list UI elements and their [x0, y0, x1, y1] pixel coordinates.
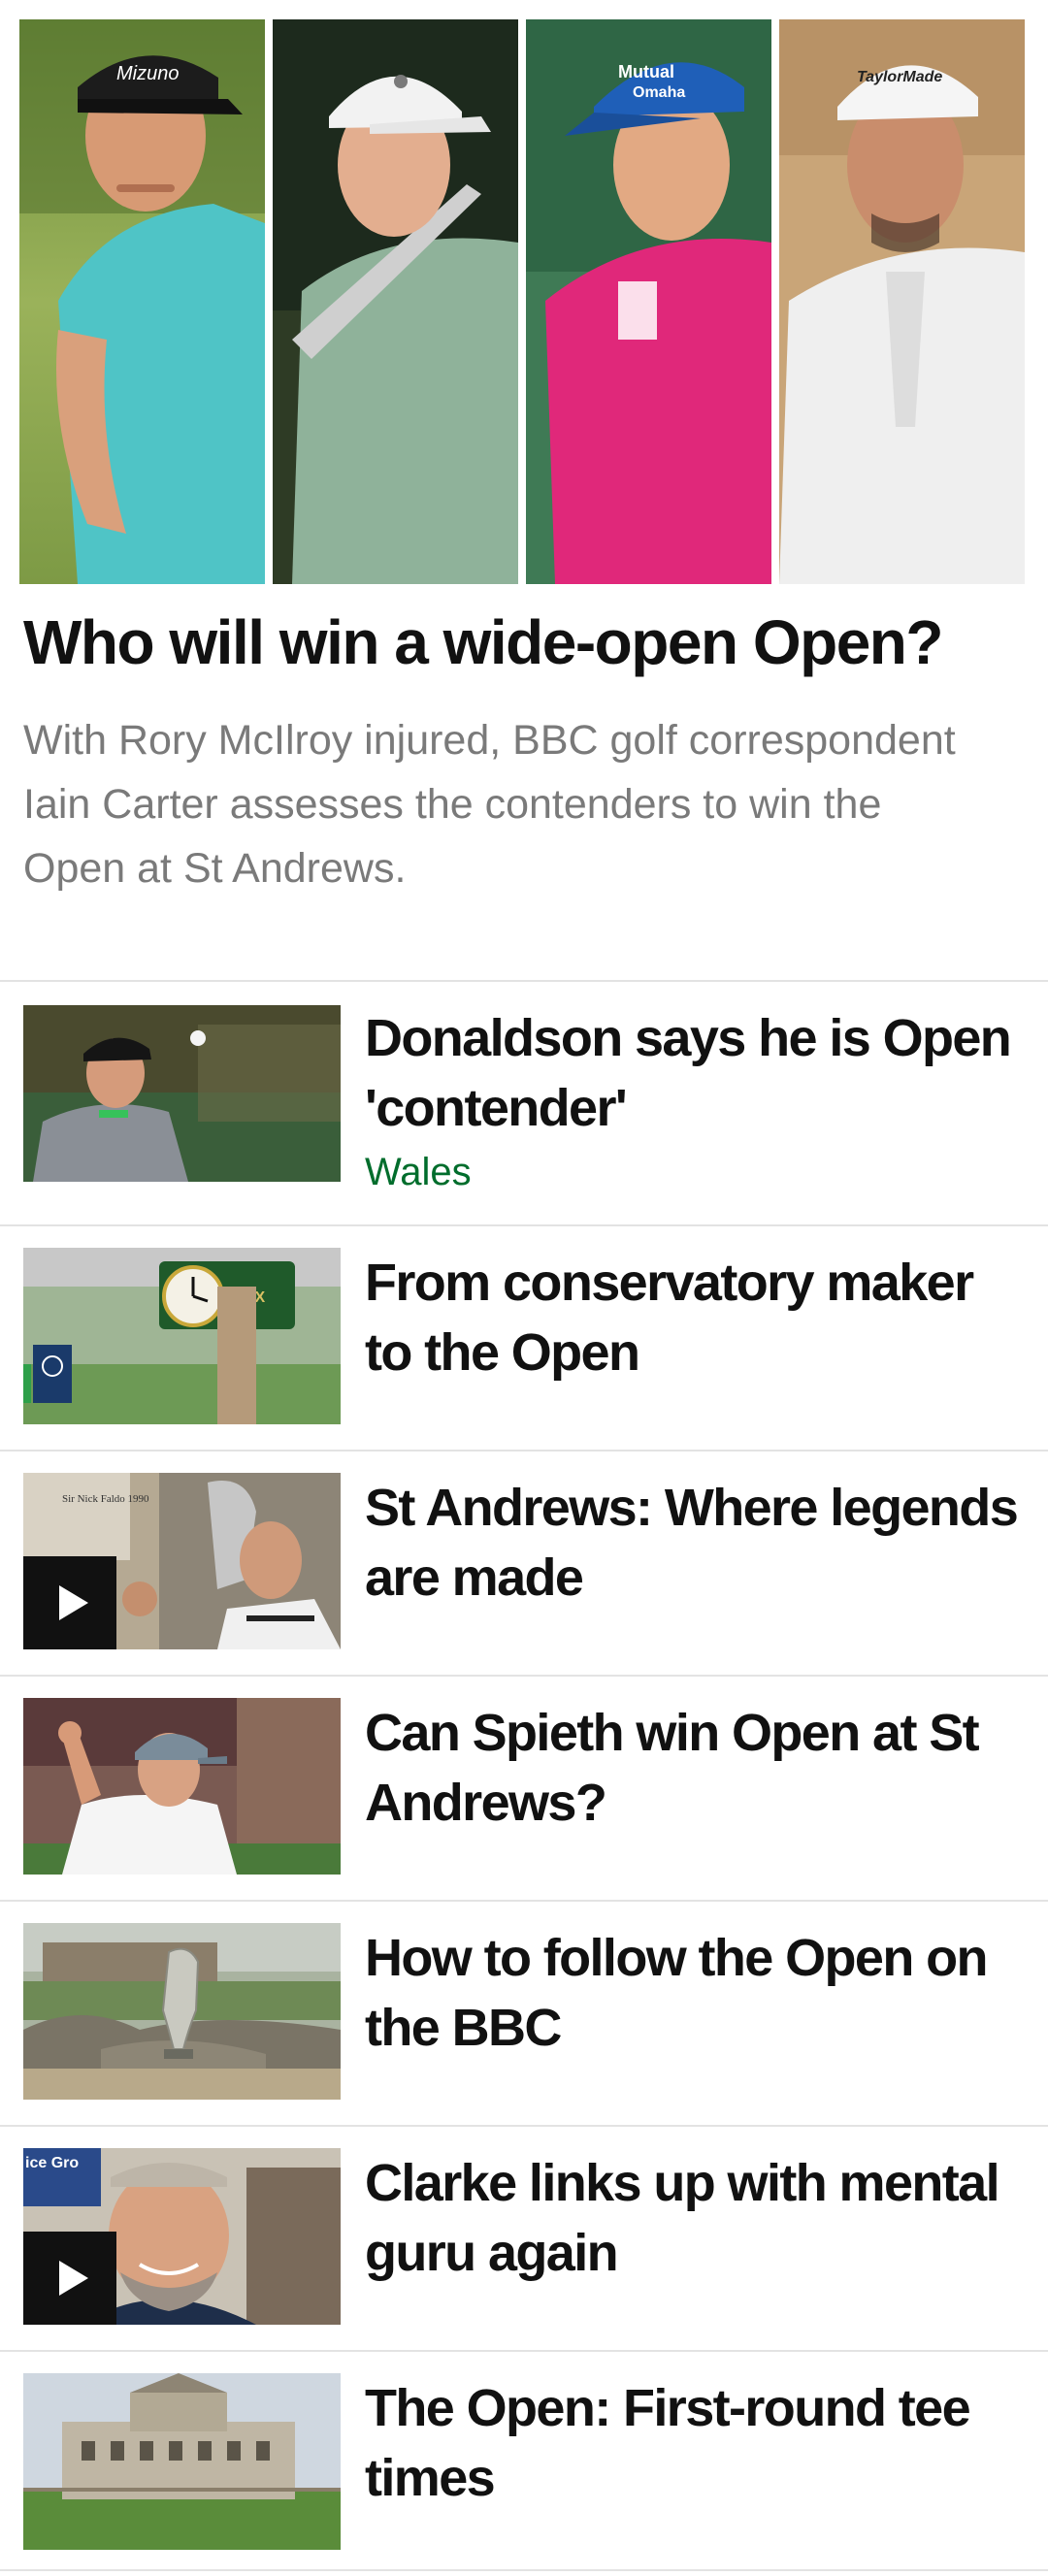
story-item[interactable]: The Open: First-round tee times — [0, 2352, 1048, 2571]
golfer-photo-1: Mizuno — [19, 19, 265, 584]
play-icon — [59, 1585, 88, 1620]
golfer-photo-4: TaylorMade — [779, 19, 1025, 584]
golfer-photo-2 — [273, 19, 518, 584]
story-thumbnail: ice Gro — [23, 2148, 341, 2325]
story-thumbnail — [23, 1923, 341, 2100]
story-thumbnail: LEX — [23, 1248, 341, 1424]
story-title[interactable]: St Andrews: Where legends are made — [365, 1473, 1025, 1613]
story-title[interactable]: The Open: First-round tee times — [365, 2373, 1025, 2513]
story-list: Donaldson says he is Open 'contender' Wa… — [0, 980, 1048, 2571]
story-title[interactable]: From conservatory maker to the Open — [365, 1248, 1025, 1387]
play-icon — [59, 2261, 88, 2296]
story-thumbnail — [23, 1005, 341, 1182]
cap-logo-text: Mizuno — [116, 63, 179, 84]
story-thumbnail — [23, 2373, 341, 2550]
story-item[interactable]: ice Gro Clarke links up with mental guru… — [0, 2127, 1048, 2352]
hero-summary: With Rory McIlroy injured, BBC golf corr… — [23, 717, 956, 892]
story-item[interactable]: LEX From conservatory maker to the Open — [0, 1226, 1048, 1451]
play-video-button[interactable] — [23, 1556, 116, 1649]
story-title[interactable]: Clarke links up with mental guru again — [365, 2148, 1025, 2288]
play-video-button[interactable] — [23, 2232, 116, 2325]
story-title[interactable]: Donaldson says he is Open 'contender' — [365, 1003, 1025, 1143]
golfer-photo-3: Mutual Omaha — [526, 19, 771, 584]
story-item[interactable]: Sir Nick Faldo 1990 St Andrews: Where le… — [0, 1451, 1048, 1677]
story-tag[interactable]: Wales — [365, 1149, 472, 1195]
hero-image[interactable]: Mizuno Mutual Omaha TaylorMade — [19, 19, 1025, 584]
story-thumbnail — [23, 1698, 341, 1875]
thumb-caption-text: Sir Nick Faldo 1990 — [62, 1493, 149, 1505]
story-thumbnail: Sir Nick Faldo 1990 — [23, 1473, 341, 1649]
cap-logo-text: TaylorMade — [857, 69, 942, 85]
story-title[interactable]: Can Spieth win Open at St Andrews? — [365, 1698, 1025, 1838]
news-page: Mizuno Mutual Omaha TaylorMade Who will … — [0, 0, 1048, 2576]
story-title[interactable]: How to follow the Open on the BBC — [365, 1923, 1025, 2063]
svg-text:ice Gro: ice Gro — [25, 2155, 79, 2171]
story-item[interactable]: Can Spieth win Open at St Andrews? — [0, 1677, 1048, 1902]
svg-text:Omaha: Omaha — [633, 84, 685, 101]
cap-logo-text: Mutual — [618, 62, 674, 82]
hero-headline[interactable]: Who will win a wide-open Open? — [23, 603, 1023, 681]
story-item[interactable]: Donaldson says he is Open 'contender' Wa… — [0, 982, 1048, 1226]
story-item[interactable]: How to follow the Open on the BBC — [0, 1902, 1048, 2127]
